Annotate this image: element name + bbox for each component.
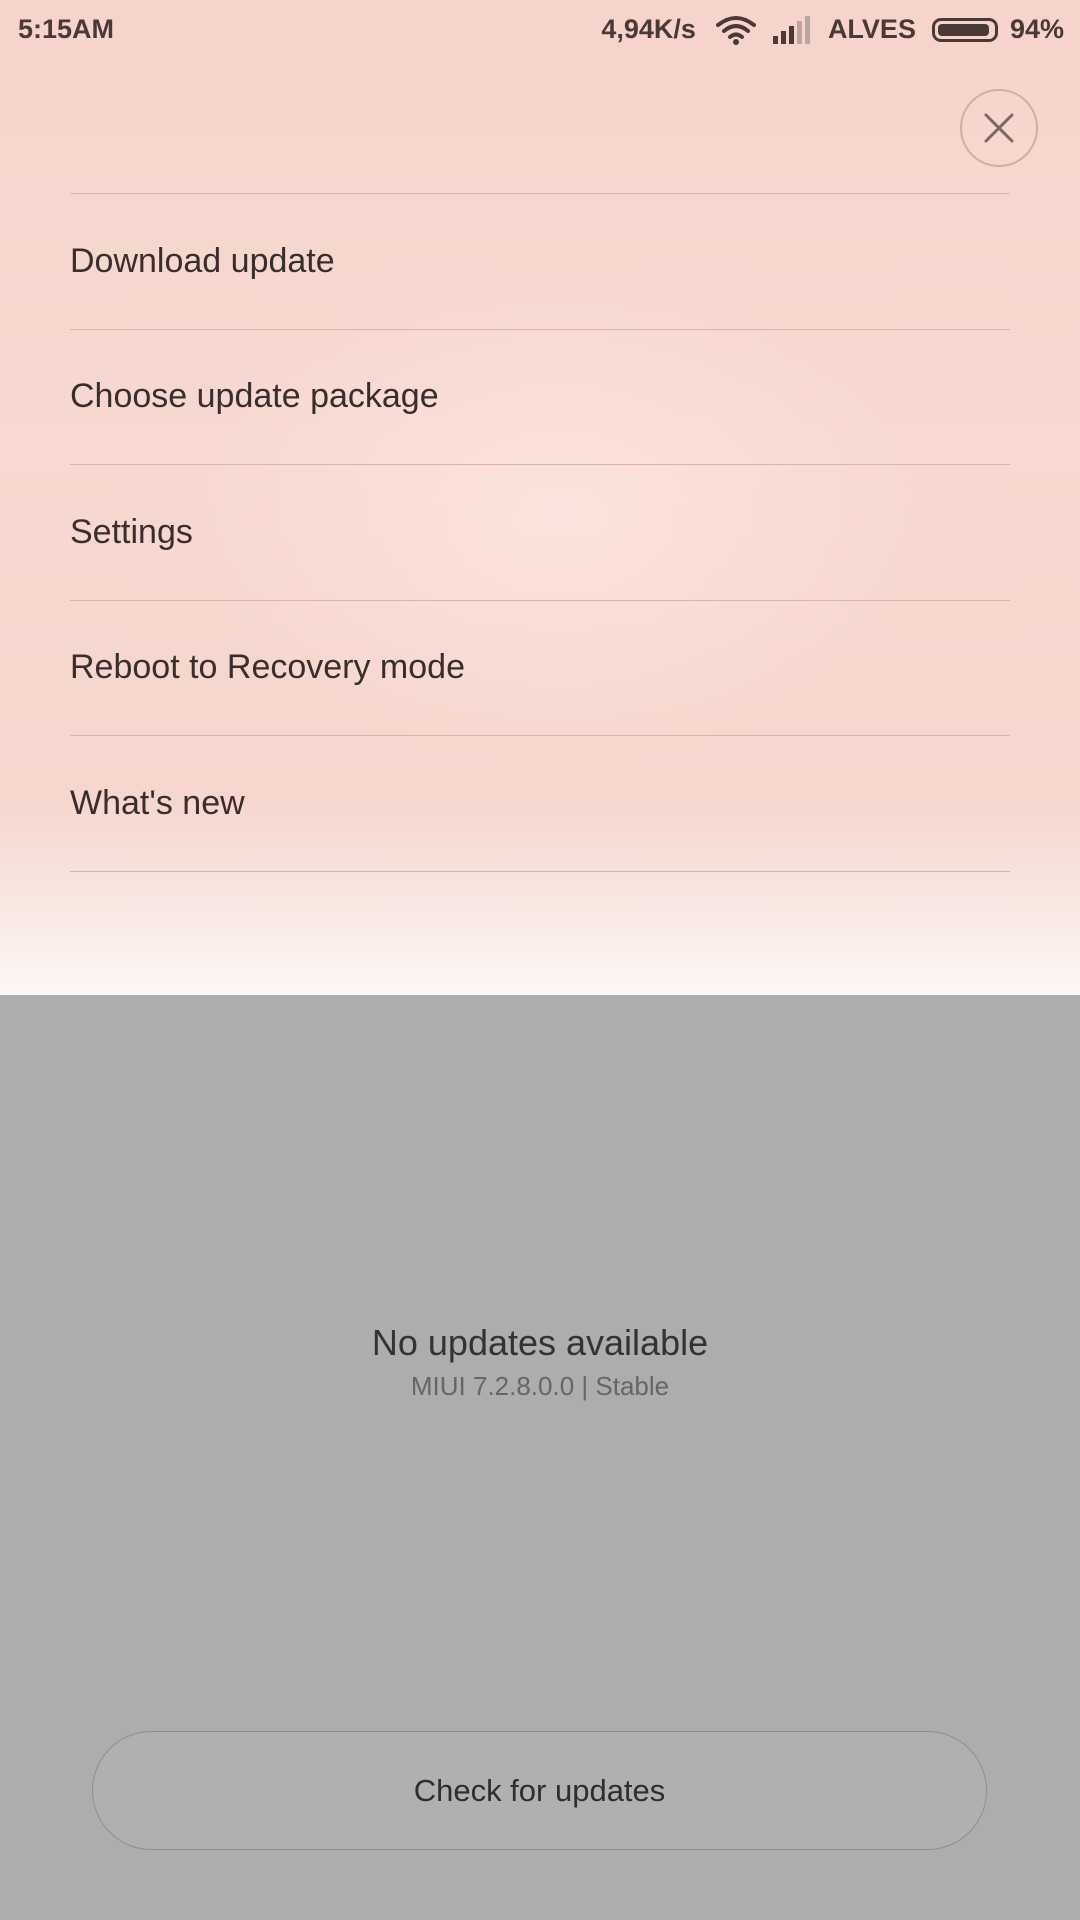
wifi-icon — [715, 15, 756, 45]
close-button[interactable] — [960, 89, 1038, 167]
battery-icon — [931, 17, 998, 42]
menu-item-download-update[interactable]: Download update — [70, 194, 1010, 330]
carrier-name: ALVES — [827, 14, 916, 44]
battery-percent: 94% — [1009, 14, 1064, 44]
menu-list: Download update Choose update package Se… — [70, 193, 1010, 872]
close-icon — [984, 113, 1014, 143]
version-info: MIUI 7.2.8.0.0 | Stable — [410, 1371, 670, 1401]
network-speed: 4,94K/s — [601, 14, 696, 44]
status-indicators: 4,94K/s ALVES 94% — [601, 14, 1064, 45]
signal-icon — [772, 15, 810, 44]
status-bar: 5:15AM 4,94K/s ALVES 94% — [0, 0, 1080, 60]
menu-item-choose-update-package[interactable]: Choose update package — [70, 330, 1010, 465]
menu-item-settings[interactable]: Settings — [70, 465, 1010, 601]
status-time: 5:15AM — [18, 14, 115, 44]
menu-sheet: 5:15AM 4,94K/s ALVES 94% Download update… — [0, 0, 1080, 995]
check-for-updates-button[interactable]: Check for updates — [92, 1731, 987, 1850]
menu-item-reboot-recovery[interactable]: Reboot to Recovery mode — [70, 601, 1010, 736]
menu-item-whats-new[interactable]: What's new — [70, 736, 1010, 872]
battery-fill — [937, 23, 989, 36]
update-status-title: No updates available — [371, 1322, 709, 1363]
